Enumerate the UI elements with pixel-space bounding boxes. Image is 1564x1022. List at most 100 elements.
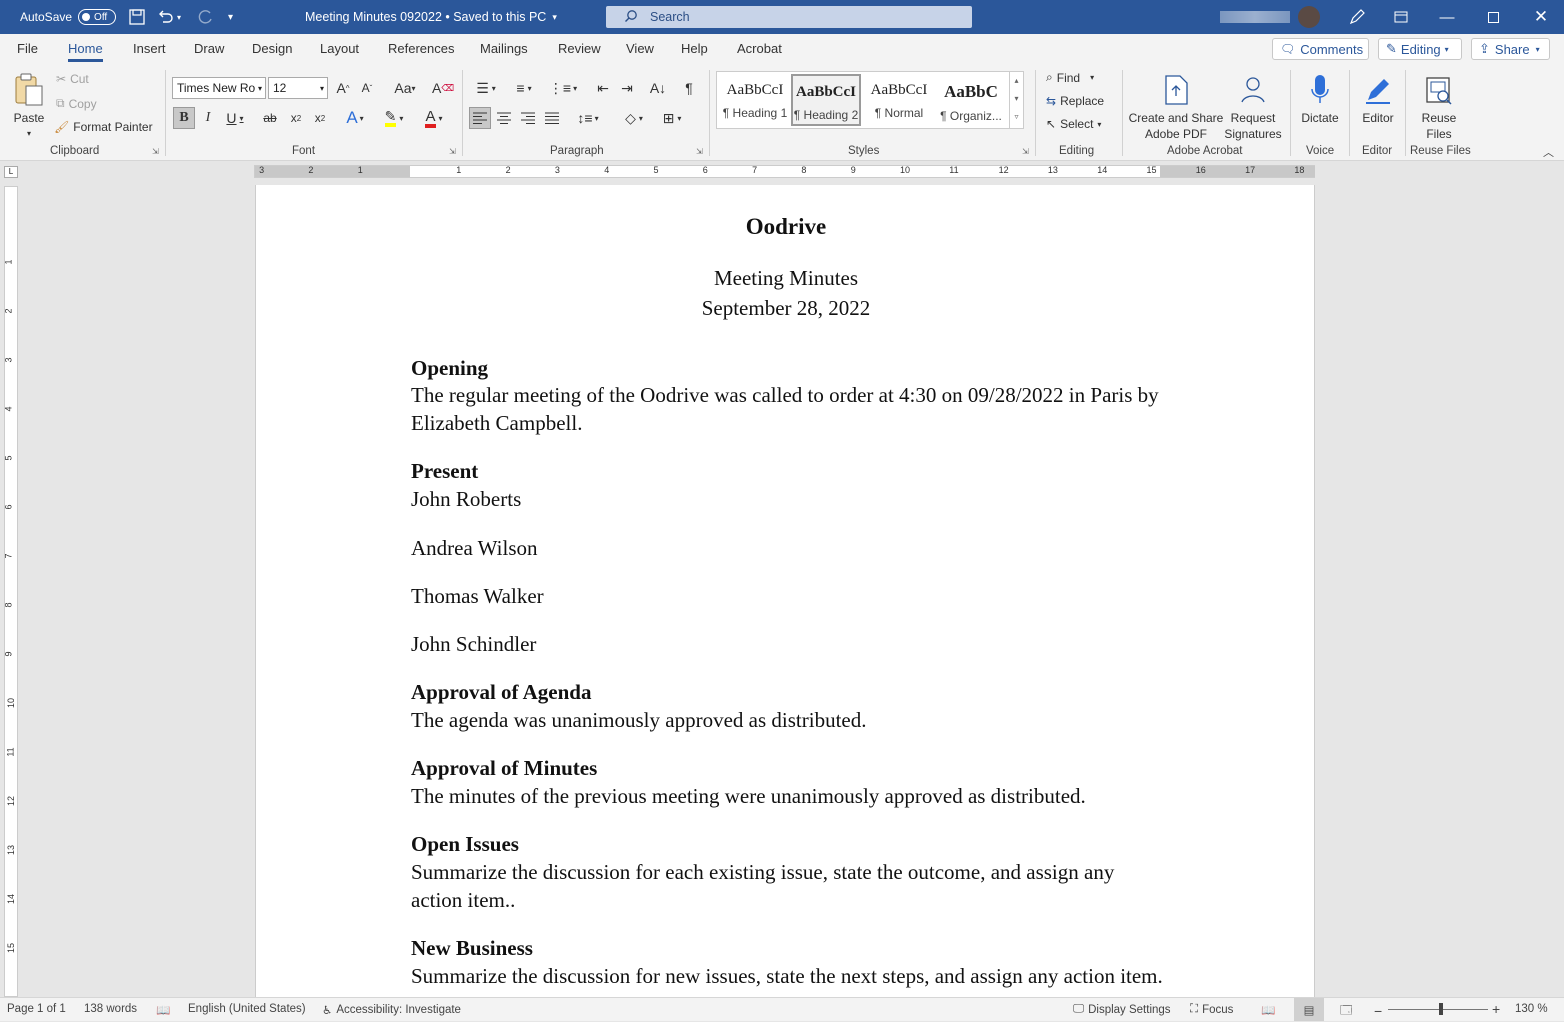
avatar[interactable]: [1298, 6, 1320, 28]
vertical-ruler[interactable]: 1 2 3 4 5 6 7 8 9 10 11 12 13 14 15: [4, 186, 18, 997]
justify-button[interactable]: [541, 107, 563, 129]
subscript-button[interactable]: x2: [285, 107, 307, 129]
bullets-icon[interactable]: ☰ ▾: [470, 77, 502, 99]
format-painter-button[interactable]: 🖌 Format Painter: [54, 120, 153, 134]
font-color-icon[interactable]: A ▾: [418, 107, 450, 129]
ruler-toggle[interactable]: L: [4, 166, 18, 178]
editor-button[interactable]: Editor: [1356, 70, 1400, 126]
zoom-in-icon[interactable]: +: [1492, 1001, 1500, 1017]
dialog-launcher-icon[interactable]: ⇲: [152, 147, 159, 156]
display-settings-button[interactable]: 🖵 Display Settings: [1073, 1003, 1171, 1016]
zoom-slider[interactable]: [1388, 1009, 1488, 1010]
select-button[interactable]: ↖ Select ▾: [1046, 117, 1101, 131]
multilevel-list-icon[interactable]: ⋮≡ ▾: [547, 77, 579, 99]
tab-mailings[interactable]: Mailings: [480, 41, 528, 56]
tab-home[interactable]: Home: [68, 41, 103, 62]
document-title[interactable]: Meeting Minutes 092022 • Saved to this P…: [305, 0, 557, 34]
styles-scroll[interactable]: ▴ ▾ ▿: [1009, 72, 1023, 128]
superscript-button[interactable]: x2: [309, 107, 331, 129]
find-button[interactable]: ⌕ Find ▾: [1046, 70, 1094, 85]
accessibility-status[interactable]: ♿ Accessibility: Investigate: [322, 1003, 461, 1017]
replace-button[interactable]: ⇆ Replace: [1046, 94, 1104, 108]
strikethrough-button[interactable]: ab: [259, 107, 281, 129]
font-name-box[interactable]: Times New Ro ▾: [172, 77, 266, 99]
tab-layout[interactable]: Layout: [320, 41, 359, 56]
shrink-font-icon[interactable]: Aˇ: [356, 77, 378, 99]
decrease-indent-icon[interactable]: ⇤: [592, 77, 614, 99]
grow-font-icon[interactable]: A ^: [332, 77, 354, 99]
tab-file[interactable]: File: [17, 41, 38, 56]
style-normal[interactable]: AaBbCcI ¶ Normal: [864, 74, 934, 126]
tab-references[interactable]: References: [388, 41, 454, 56]
collapse-ribbon-icon[interactable]: ︿: [1543, 144, 1554, 160]
horizontal-ruler[interactable]: 3 2 1 1 2 3 4 5 6 7 8 9 10 11 12 13 14 15 16 17 18: [254, 165, 1315, 178]
minimize-icon[interactable]: —: [1424, 0, 1470, 34]
tab-design[interactable]: Design: [252, 41, 292, 56]
tab-help[interactable]: Help: [681, 41, 708, 56]
proofing-icon[interactable]: 📖: [156, 1003, 170, 1017]
text-effects-icon[interactable]: A ▾: [340, 107, 370, 129]
line-spacing-icon[interactable]: ↕≡ ▾: [572, 107, 604, 129]
style-heading-2[interactable]: AaBbCcI ¶ Heading 2: [791, 74, 861, 126]
paragraph-dialog-launcher-icon[interactable]: ⇲: [696, 147, 703, 156]
redo-icon[interactable]: [196, 0, 214, 34]
create-pdf-button[interactable]: Create and Share Adobe PDF: [1128, 70, 1224, 142]
underline-button[interactable]: U ▾: [220, 107, 250, 129]
highlight-color-icon[interactable]: ✎ ▾: [378, 107, 410, 129]
numbering-icon[interactable]: ≡ ▾: [508, 77, 540, 99]
copy-button[interactable]: ⧉ Copy: [56, 96, 97, 111]
zoom-out-icon[interactable]: −: [1374, 1003, 1382, 1019]
styles-dialog-launcher-icon[interactable]: ⇲: [1022, 147, 1029, 156]
maximize-icon[interactable]: [1470, 0, 1516, 34]
paste-button[interactable]: Paste ▾: [8, 70, 50, 142]
focus-button[interactable]: ⛶ Focus: [1190, 1003, 1233, 1016]
cut-button[interactable]: ✂ Cut: [56, 72, 89, 86]
pen-icon[interactable]: [1348, 0, 1366, 34]
page-count[interactable]: Page 1 of 1: [7, 1003, 66, 1015]
document-page[interactable]: Oodrive Meeting Minutes September 28, 20…: [255, 185, 1315, 997]
undo-icon[interactable]: ▾: [157, 0, 181, 34]
align-center-button[interactable]: [493, 107, 515, 129]
web-layout-icon[interactable]: 🗔: [1340, 1003, 1352, 1022]
show-formatting-icon[interactable]: ¶: [678, 77, 700, 99]
print-layout-icon[interactable]: ▤: [1294, 998, 1324, 1021]
customize-qat-icon[interactable]: ▾: [228, 0, 233, 34]
font-dialog-launcher-icon[interactable]: ⇲: [449, 147, 456, 156]
word-count[interactable]: 138 words: [84, 1003, 137, 1015]
share-button[interactable]: ⇪ Share ▾: [1471, 38, 1550, 60]
comments-button[interactable]: 🗨 Comments: [1272, 38, 1369, 60]
zoom-slider-thumb[interactable]: [1439, 1003, 1443, 1015]
autosave[interactable]: AutoSave Off: [20, 0, 117, 34]
ribbon-display-icon[interactable]: [1378, 0, 1424, 34]
borders-icon[interactable]: ⊞ ▾: [656, 107, 688, 129]
tab-insert[interactable]: Insert: [133, 41, 166, 56]
reuse-files-button[interactable]: Reuse Files: [1414, 70, 1464, 142]
autosave-toggle[interactable]: Off: [78, 9, 117, 25]
bold-button[interactable]: B: [173, 107, 195, 129]
sort-icon[interactable]: A↓: [647, 77, 669, 99]
dictate-button[interactable]: Dictate: [1296, 70, 1344, 126]
style-heading-1[interactable]: AaBbCcI ¶ Heading 1: [720, 74, 790, 126]
editing-mode-button[interactable]: ✎ Editing ▾: [1378, 38, 1462, 60]
clear-formatting-icon[interactable]: A ⌫: [432, 77, 454, 99]
align-right-button[interactable]: [517, 107, 539, 129]
font-size-box[interactable]: 12 ▾: [268, 77, 328, 99]
style-organization[interactable]: AaBbC ¶ Organiz...: [936, 74, 1006, 126]
tab-view[interactable]: View: [626, 41, 654, 56]
italic-button[interactable]: I: [197, 107, 219, 129]
zoom-level[interactable]: 130 %: [1515, 1003, 1548, 1015]
change-case-icon[interactable]: Aa ▾: [390, 77, 420, 99]
read-mode-icon[interactable]: 📖: [1261, 1003, 1275, 1017]
tab-acrobat[interactable]: Acrobat: [737, 41, 782, 56]
save-icon[interactable]: [128, 0, 146, 34]
search-box[interactable]: Search: [606, 6, 972, 28]
increase-indent-icon[interactable]: ⇥: [616, 77, 638, 99]
tab-review[interactable]: Review: [558, 41, 601, 56]
language[interactable]: English (United States): [188, 1003, 306, 1015]
align-left-button[interactable]: [469, 107, 491, 129]
account-name[interactable]: [1220, 0, 1320, 34]
tab-draw[interactable]: Draw: [194, 41, 224, 56]
request-signatures-button[interactable]: Request Signatures: [1222, 70, 1284, 142]
shading-icon[interactable]: ◇ ▾: [618, 107, 650, 129]
close-icon[interactable]: ✕: [1518, 0, 1564, 34]
